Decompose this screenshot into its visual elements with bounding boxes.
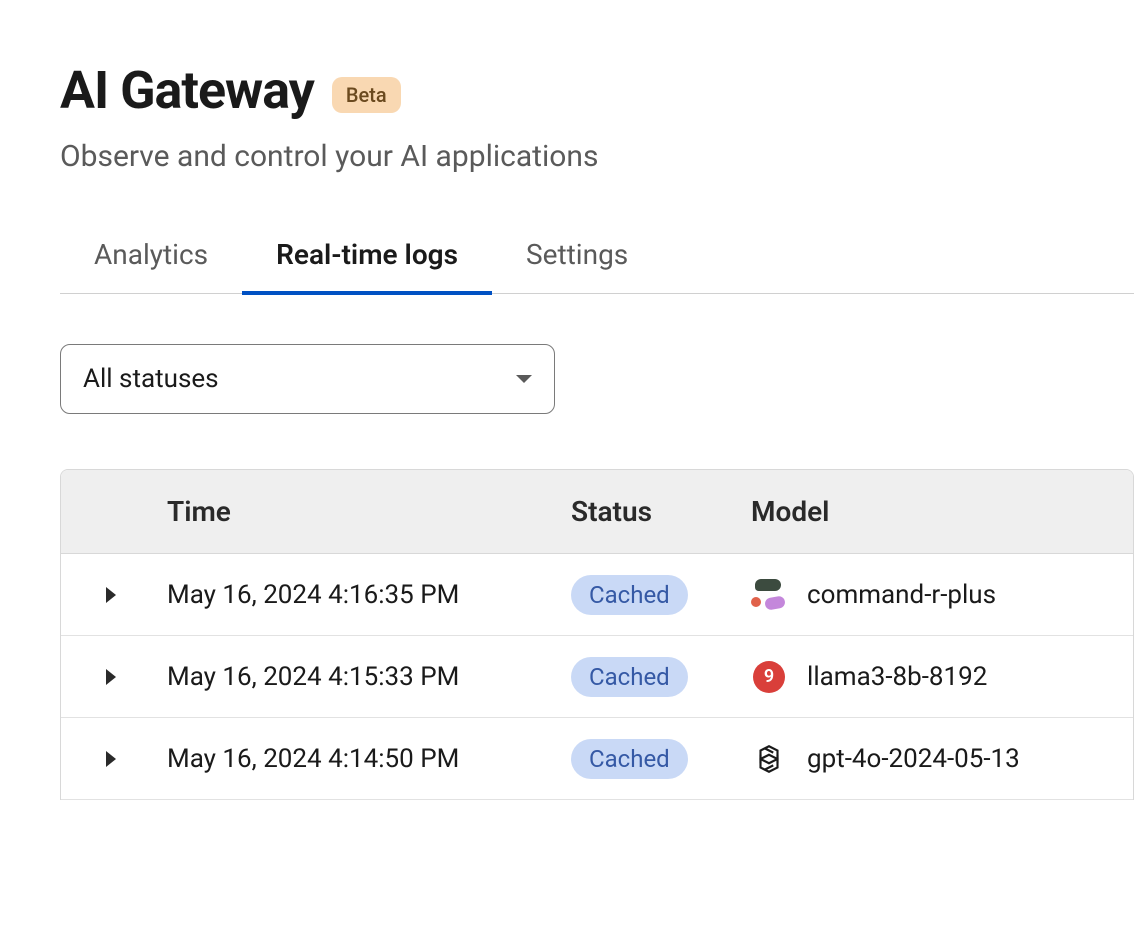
cell-model: command-r-plus xyxy=(807,580,996,610)
chevron-right-icon xyxy=(106,669,116,685)
table-row[interactable]: May 16, 2024 4:15:33 PM Cached 9 llama3-… xyxy=(61,636,1133,718)
expand-row-button[interactable] xyxy=(61,669,161,685)
cell-model: gpt-4o-2024-05-13 xyxy=(807,744,1020,774)
status-filter-selected: All statuses xyxy=(83,364,219,394)
chevron-down-icon xyxy=(516,375,532,383)
status-badge: Cached xyxy=(571,739,688,779)
chevron-right-icon xyxy=(106,587,116,603)
tab-analytics[interactable]: Analytics xyxy=(60,224,242,295)
cohere-icon xyxy=(751,577,787,613)
table-row[interactable]: May 16, 2024 4:16:35 PM Cached command-r… xyxy=(61,554,1133,636)
page-subtitle: Observe and control your AI applications xyxy=(60,139,1134,174)
cell-time: May 16, 2024 4:16:35 PM xyxy=(161,580,571,610)
status-badge: Cached xyxy=(571,575,688,615)
expand-row-button[interactable] xyxy=(61,587,161,603)
beta-badge: Beta xyxy=(332,77,401,113)
tabs-bar: Analytics Real-time logs Settings xyxy=(60,224,1134,294)
column-header-model: Model xyxy=(751,495,1133,528)
tab-real-time-logs[interactable]: Real-time logs xyxy=(242,224,492,295)
tab-settings[interactable]: Settings xyxy=(492,224,662,295)
cell-model: llama3-8b-8192 xyxy=(807,662,987,692)
table-header: Time Status Model xyxy=(61,470,1133,554)
table-row[interactable]: May 16, 2024 4:14:50 PM Cached gpt-4o-20… xyxy=(61,718,1133,800)
groq-icon: 9 xyxy=(751,659,787,695)
status-badge: Cached xyxy=(571,657,688,697)
openai-icon xyxy=(751,741,787,777)
chevron-right-icon xyxy=(106,751,116,767)
column-header-time: Time xyxy=(161,495,571,528)
expand-row-button[interactable] xyxy=(61,751,161,767)
status-filter-select[interactable]: All statuses xyxy=(60,344,555,414)
logs-table: Time Status Model May 16, 2024 4:16:35 P… xyxy=(60,469,1134,800)
cell-time: May 16, 2024 4:15:33 PM xyxy=(161,662,571,692)
cell-time: May 16, 2024 4:14:50 PM xyxy=(161,744,571,774)
column-header-status: Status xyxy=(571,495,751,528)
page-title: AI Gateway xyxy=(60,60,314,121)
